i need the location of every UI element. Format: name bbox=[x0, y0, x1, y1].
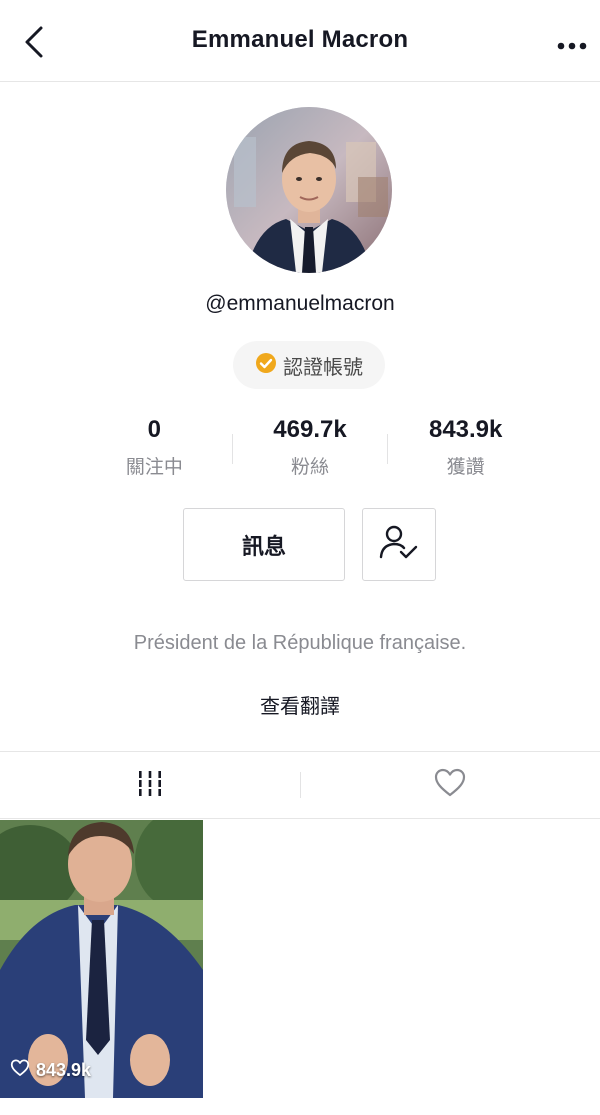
profile-page: Emmanuel Macron @emmanuelmacron 認證帳號 0 關… bbox=[0, 0, 600, 1115]
following-count: 0 bbox=[147, 416, 162, 443]
see-translation-link[interactable]: 查看翻譯 bbox=[0, 690, 600, 719]
stat-followers[interactable]: 469.7k 粉絲 bbox=[233, 416, 388, 482]
avatar-portrait bbox=[226, 107, 392, 273]
video-preview-image bbox=[0, 820, 203, 1098]
verified-check-icon bbox=[255, 352, 277, 379]
likes-label: 獲讚 bbox=[446, 457, 485, 478]
grid-icon bbox=[136, 769, 164, 802]
top-bar: Emmanuel Macron bbox=[0, 0, 600, 82]
tab-videos[interactable] bbox=[0, 752, 300, 818]
more-horizontal-icon bbox=[557, 37, 587, 55]
avatar[interactable] bbox=[226, 107, 392, 273]
verified-badge-label: 認證帳號 bbox=[283, 356, 363, 379]
stat-likes[interactable]: 843.9k 獲讚 bbox=[388, 416, 543, 482]
chevron-left-icon bbox=[22, 25, 46, 64]
likes-count: 843.9k bbox=[428, 416, 503, 443]
stat-following[interactable]: 0 關注中 bbox=[77, 416, 232, 482]
message-button[interactable]: 訊息 bbox=[183, 508, 345, 581]
content-tabs bbox=[0, 751, 600, 819]
following-label: 關注中 bbox=[125, 457, 183, 478]
username-handle: @emmanuelmacron bbox=[205, 292, 395, 315]
followers-count: 469.7k bbox=[273, 416, 347, 443]
verified-badge: 認證帳號 bbox=[233, 341, 385, 389]
back-button[interactable] bbox=[14, 24, 54, 64]
video-thumbnail[interactable]: 843.9k bbox=[0, 820, 203, 1098]
profile-stats: 0 關注中 469.7k 粉絲 843.9k 獲讚 bbox=[77, 416, 543, 482]
followers-label: 粉絲 bbox=[291, 457, 330, 478]
heart-outline-icon bbox=[10, 1059, 30, 1082]
following-status-button[interactable] bbox=[362, 508, 436, 581]
video-like-count: 843.9k bbox=[36, 1060, 92, 1080]
page-title: Emmanuel Macron bbox=[191, 26, 409, 53]
video-likes: 843.9k bbox=[10, 1059, 91, 1082]
heart-outline-icon bbox=[433, 768, 467, 803]
tab-liked[interactable] bbox=[301, 752, 600, 818]
more-options-button[interactable] bbox=[552, 26, 592, 66]
profile-bio: Président de la République française. bbox=[133, 632, 467, 654]
user-check-icon bbox=[379, 524, 419, 565]
